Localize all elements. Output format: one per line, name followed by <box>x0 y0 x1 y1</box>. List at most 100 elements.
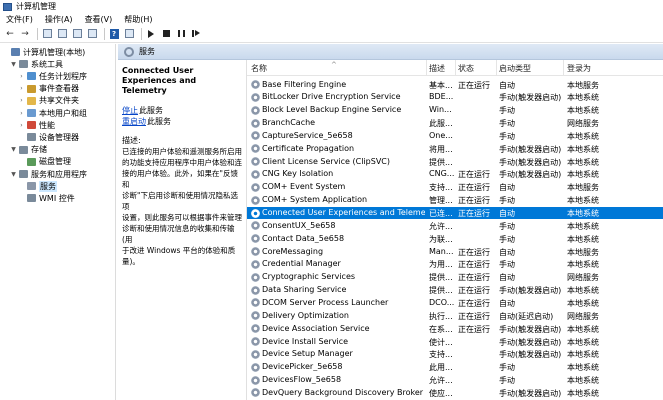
tree-item-label: 系统工具 <box>31 59 63 69</box>
expander-icon[interactable]: ▼ <box>10 61 17 68</box>
show-hide-tree-button[interactable] <box>56 28 68 40</box>
table-row[interactable]: DCOM Server Process Launcher DCO... 正在运行 自动… <box>247 296 663 309</box>
menu-bar: 文件(F) 操作(A) 查看(V) 帮助(H) <box>0 13 663 25</box>
service-status-cell: 正在运行 <box>458 183 490 193</box>
console-tree-icon <box>57 29 67 38</box>
column-divider[interactable] <box>426 60 427 76</box>
menu-view[interactable]: 查看(V) <box>85 14 113 25</box>
table-row[interactable]: Device Install Service 使计... 手动(触发器启动) 本地系统 <box>247 335 663 348</box>
menu-help[interactable]: 帮助(H) <box>124 14 152 25</box>
table-row[interactable]: CaptureService_5e658 One... 手动 本地系统 <box>247 129 663 142</box>
expander-icon[interactable]: › <box>18 97 25 104</box>
tree-item[interactable]: › 任务计划程序 <box>18 70 87 82</box>
help-button[interactable]: ? <box>108 28 120 40</box>
tree-item[interactable]: 磁盘管理 <box>18 156 71 168</box>
service-name-cell: DevicePicker_5e658 <box>262 362 343 372</box>
service-startup-type-cell: 手动(触发器启动) <box>499 144 562 154</box>
service-description-cell: 支持... <box>429 183 453 193</box>
up-folder-button[interactable] <box>41 28 53 40</box>
service-name-cell: Credential Manager <box>262 259 341 269</box>
column-divider[interactable] <box>563 60 564 76</box>
table-row[interactable]: BranchCache 此服... 手动 网络服务 <box>247 117 663 130</box>
column-header-log-on-as[interactable]: 登录为 <box>567 63 591 74</box>
refresh-button[interactable] <box>71 28 83 40</box>
gear-icon <box>251 272 260 282</box>
tree-item[interactable]: 计算机管理(本地) <box>2 46 85 58</box>
stop-service-button[interactable] <box>160 28 172 40</box>
service-startup-type-cell: 手动 <box>499 106 515 116</box>
tree-item[interactable]: ▼ 存储 <box>10 144 47 156</box>
column-divider[interactable] <box>496 60 497 76</box>
restart-service-button[interactable] <box>190 28 202 40</box>
column-header-name[interactable]: 名称 <box>251 63 267 74</box>
table-row[interactable]: ConsentUX_5e658 允许... 手动 本地系统 <box>247 219 663 232</box>
table-row[interactable]: Delivery Optimization 执行... 正在运行 自动(延迟启动) 网络… <box>247 309 663 322</box>
table-row[interactable]: Cryptographic Services 提供... 正在运行 自动 网络服务 <box>247 271 663 284</box>
table-row[interactable]: Base Filtering Engine 基本... 正在运行 自动 本地服务 <box>247 78 663 91</box>
tree-item[interactable]: 服务 <box>18 180 57 192</box>
table-row[interactable]: BitLocker Drive Encryption Service BDE...… <box>247 91 663 104</box>
table-row[interactable]: COM+ System Application 管理... 正在运行 手动 本地系统 <box>247 194 663 207</box>
column-divider[interactable] <box>455 60 456 76</box>
service-logon-cell: 本地系统 <box>567 376 599 386</box>
tree-item[interactable]: ▼ 系统工具 <box>10 58 63 70</box>
service-name-cell: Block Level Backup Engine Service <box>262 105 402 115</box>
tree-item[interactable]: › 事件查看器 <box>18 83 79 95</box>
table-row[interactable]: DevicesFlow_5e658 允许... 手动 本地系统 <box>247 374 663 387</box>
restart-service-link[interactable]: 重启动 <box>122 117 146 126</box>
table-row[interactable]: Connected User Experiences and Telemetry… <box>247 206 663 220</box>
tree-item[interactable]: 设备管理器 <box>18 131 79 143</box>
expander-icon[interactable]: ▼ <box>10 146 17 153</box>
table-row[interactable]: Credential Manager 为用... 正在运行 手动 本地系统 <box>247 258 663 271</box>
menu-file[interactable]: 文件(F) <box>6 14 33 25</box>
forward-button[interactable]: → <box>19 28 31 40</box>
table-row[interactable]: Block Level Backup Engine Service Win... 手… <box>247 104 663 117</box>
device-icon <box>27 133 36 142</box>
table-row[interactable]: DevQuery Background Discovery Broker 使应..… <box>247 386 663 399</box>
expander-icon[interactable]: › <box>18 110 25 117</box>
expander-icon[interactable]: › <box>18 122 25 129</box>
start-service-button[interactable] <box>145 28 157 40</box>
gear-icon <box>251 259 260 269</box>
back-button[interactable]: ← <box>4 28 16 40</box>
table-row[interactable]: DevicePicker_5e658 此用... 手动 本地系统 <box>247 361 663 374</box>
service-description-cell: 提供... <box>429 286 453 296</box>
pause-service-button[interactable] <box>175 28 187 40</box>
table-row[interactable]: Device Association Service 在系... 正在运行 手动(触发… <box>247 322 663 335</box>
table-row[interactable]: CoreMessaging Man... 正在运行 自动 本地服务 <box>247 245 663 258</box>
column-header-status[interactable]: 状态 <box>458 63 474 74</box>
expander-icon[interactable]: ▼ <box>10 171 17 178</box>
service-description-cell: DCO... <box>429 297 455 307</box>
tree-item[interactable]: ▼ 服务和应用程序 <box>10 168 87 180</box>
table-row[interactable]: CNG Key Isolation CNG... 正在运行 手动(触发器启动) 本地系统 <box>247 168 663 181</box>
service-name-cell: DevicesFlow_5e658 <box>262 375 342 385</box>
column-header-startup-type[interactable]: 启动类型 <box>499 63 531 74</box>
table-row[interactable]: COM+ Event System 支持... 正在运行 自动 本地服务 <box>247 181 663 194</box>
tree-item[interactable]: › 共享文件夹 <box>18 95 79 107</box>
service-logon-cell: 本地系统 <box>567 170 599 180</box>
table-row[interactable]: Data Sharing Service 提供... 正在运行 手动(触发器启动) 本地… <box>247 284 663 297</box>
menu-action[interactable]: 操作(A) <box>45 14 73 25</box>
table-row[interactable]: Contact Data_5e658 为联... 手动 本地系统 <box>247 232 663 245</box>
export-list-button[interactable] <box>86 28 98 40</box>
tree-item[interactable]: › 性能 <box>18 119 55 131</box>
service-status-cell: 正在运行 <box>458 260 490 270</box>
table-row[interactable]: Client License Service (ClipSVC) 提供... 手动(… <box>247 155 663 168</box>
service-status-cell: 正在运行 <box>458 324 490 334</box>
service-logon-cell: 本地系统 <box>567 234 599 244</box>
apps-icon <box>19 170 28 178</box>
service-logon-cell: 本地系统 <box>567 324 599 334</box>
tree-item[interactable]: › 本地用户和组 <box>18 107 87 119</box>
table-row[interactable]: Device Setup Manager 支持... 手动(触发器启动) 本地系统 <box>247 348 663 361</box>
column-header-description[interactable]: 描述 <box>429 63 445 74</box>
tree-item[interactable]: WMI 控件 <box>18 192 75 204</box>
service-description-cell: One... <box>429 130 453 140</box>
table-row[interactable]: Certificate Propagation 将用... 手动(触发器启动) 本地系… <box>247 142 663 155</box>
service-name-cell: ConsentUX_5e658 <box>262 220 336 230</box>
service-logon-cell: 本地服务 <box>567 247 599 257</box>
service-description-cell: 基本... <box>429 80 453 90</box>
expander-icon[interactable]: › <box>18 85 25 92</box>
stop-service-link[interactable]: 停止 <box>122 106 138 115</box>
properties-button[interactable] <box>123 28 135 40</box>
expander-icon[interactable]: › <box>18 73 25 80</box>
